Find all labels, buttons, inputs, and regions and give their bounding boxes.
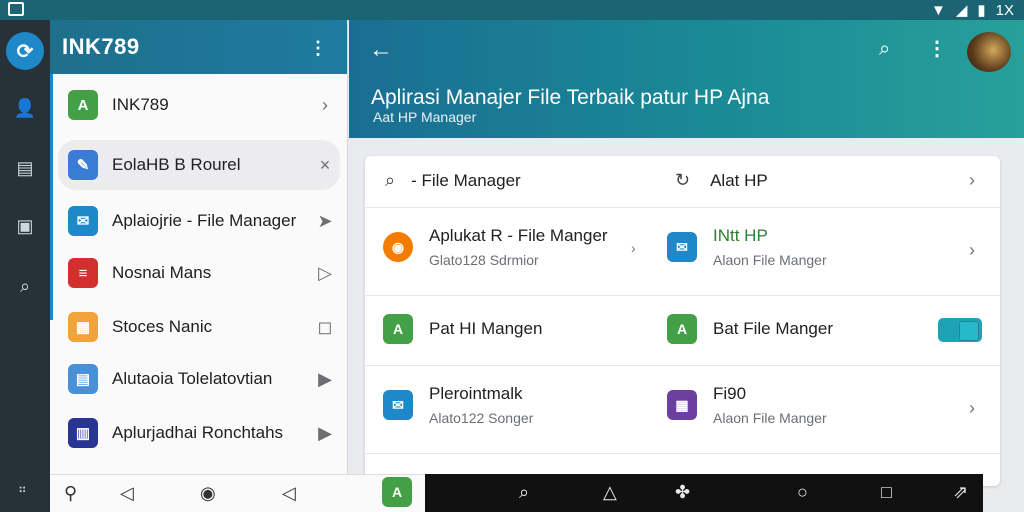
file-manager-icon: ◉ (383, 232, 413, 262)
item-title: Plerointmalk (429, 384, 523, 403)
more-vert-icon[interactable]: ⋮ (309, 38, 327, 59)
item-subtitle: Alato122 Songer (429, 410, 534, 426)
android-icon: A (667, 314, 697, 344)
item-title: Pat HI Mangen (429, 319, 543, 338)
navigation-drawer: INK789 ⋮ A INK789 › ✎ EolaHB B Rourel × … (50, 20, 348, 474)
wifi-icon: ▼ (930, 1, 946, 19)
chevron-right-icon[interactable]: › (969, 240, 975, 261)
search-row[interactable]: ⌕ - File Manager ↻ Alat HP › (365, 156, 1000, 208)
page-title: Aplirasi Manajer File Terbaik patur HP A… (371, 86, 770, 109)
location-icon[interactable]: ⚲ (64, 483, 77, 504)
grid-dots-icon[interactable]: ⠶ (18, 482, 27, 496)
navigation-rail: ⟳ 👤 ▤ ▣ ⌕ (0, 20, 50, 512)
share-icon[interactable]: ⇗ (953, 482, 968, 503)
item-title: INtt HP (713, 226, 768, 245)
item-subtitle: Glato128 Sdrmior (429, 252, 539, 268)
play-icon: ▶ (318, 368, 332, 389)
avatar[interactable] (967, 32, 1011, 72)
drawer-item-nosnai[interactable]: ≡ Nosnai Mans ▷ (58, 248, 340, 298)
battery-icon: ▮ (977, 2, 986, 19)
drawer-nav-bar: ⚲ ◁ ◉ ◁ (50, 474, 425, 512)
drawer-item-stoces[interactable]: ▦ Stoces Nanic ◻ (58, 302, 340, 352)
drawer-item-label: INK789 (112, 95, 169, 114)
content-card: ⌕ - File Manager ↻ Alat HP › ◉ Aplukat R… (365, 156, 1000, 486)
status-bar: ▼ ◢ ▮ 1X (0, 0, 1024, 20)
close-icon[interactable]: × (310, 155, 340, 176)
search-icon[interactable]: ⌕ (13, 274, 37, 298)
drawer-title: INK789 (62, 34, 140, 59)
app-logo-icon[interactable]: ⟳ (6, 32, 44, 70)
refresh-icon: ↻ (675, 170, 691, 190)
item-title: Bat File Manger (713, 319, 833, 338)
drawer-accent-bar (50, 74, 53, 320)
calendar-icon[interactable]: ▣ (13, 214, 37, 238)
page-subtitle: Aat HP Manager (373, 109, 477, 125)
recents-square-icon[interactable]: □ (881, 482, 892, 503)
triangle-icon[interactable]: △ (603, 482, 617, 503)
play-icon: ▶ (318, 422, 332, 443)
android-icon: A (68, 90, 98, 120)
mail-icon: ✉ (383, 390, 413, 420)
drawer-item-label: Alutaoia Tolelatovtian (112, 369, 273, 388)
chevron-right-icon: › (631, 240, 636, 256)
chevron-right-icon[interactable]: › (969, 170, 975, 191)
drawer-item-ink789[interactable]: A INK789 › (58, 80, 340, 130)
item-subtitle: Alaon File Manger (713, 252, 827, 268)
search-right-label: Alat HP (710, 170, 768, 190)
image-icon (8, 2, 24, 16)
book-icon: ▥ (68, 418, 98, 448)
item-subtitle: Alaon File Manger (713, 410, 827, 426)
puzzle-icon[interactable]: ✤ (675, 482, 690, 503)
search-left-label: - File Manager (411, 170, 521, 190)
drawer-item-alutaoia[interactable]: ▤ Alutaoia Tolelatovtian ▶ (58, 354, 340, 404)
drawer-item-label: Aplaiojrie - File Manager (112, 211, 297, 230)
play-icon: ▷ (318, 262, 332, 283)
search-icon[interactable]: ⌕ (519, 482, 529, 503)
android-icon[interactable]: A (382, 477, 412, 507)
square-icon: ◻ (317, 316, 333, 337)
chevron-right-icon: › (322, 94, 328, 115)
mail-icon: ✉ (667, 232, 697, 262)
folder-icon: ▦ (667, 390, 697, 420)
send-icon: ✉ (68, 206, 98, 236)
search-icon[interactable]: ⌕ (879, 38, 890, 61)
android-icon: A (383, 314, 413, 344)
list-row[interactable]: ✉ Plerointmalk Alato122 Songer ▦ Fi90 Al… (365, 366, 1000, 454)
doc-icon: ≡ (68, 258, 98, 288)
grid-icon: ▦ (68, 312, 98, 342)
calendar-icon: ▤ (68, 364, 98, 394)
document-icon[interactable]: ▤ (13, 156, 37, 180)
pen-icon: ✎ (68, 150, 98, 180)
home-circle-icon[interactable]: ◉ (200, 483, 216, 504)
share-icon: ➤ (317, 210, 333, 231)
list-row[interactable]: ◉ Aplukat R - File Manger Glato128 Sdrmi… (365, 208, 1000, 296)
item-title: Aplukat R - File Manger (429, 226, 608, 245)
item-title: Fi90 (713, 384, 747, 403)
toggle-switch[interactable] (938, 318, 982, 342)
status-text: 1X (995, 1, 1014, 19)
back-arrow-icon[interactable]: ← (369, 36, 393, 64)
system-nav-bar: ⌕ △ ✤ ○ □ ⇗ (425, 474, 983, 512)
drawer-item-label: Nosnai Mans (112, 263, 212, 282)
drawer-item-aplurjadhai[interactable]: ▥ Aplurjadhai Ronchtahs ▶ (58, 408, 340, 458)
more-vert-icon[interactable]: ⋮ (927, 36, 947, 61)
back-triangle-icon[interactable]: ◁ (120, 483, 134, 504)
home-circle-icon[interactable]: ○ (797, 482, 808, 503)
drawer-item-label: EolaHB B Rourel (112, 155, 241, 174)
search-icon: ⌕ (385, 170, 396, 190)
drawer-item-aplaiojrie[interactable]: ✉ Aplaiojrie - File Manager ➤ (58, 196, 340, 246)
signal-icon: ◢ (955, 2, 968, 19)
drawer-item-label: Aplurjadhai Ronchtahs (112, 423, 284, 442)
app-bar: ← ⌕ ⋮ Aplirasi Manajer File Terbaik patu… (349, 20, 1024, 138)
list-row[interactable]: A Pat HI Mangen A Bat File Manger (365, 296, 1000, 366)
back-triangle-icon[interactable]: ◁ (282, 483, 296, 504)
drawer-item-label: Stoces Nanic (112, 317, 213, 336)
person-icon[interactable]: 👤 (13, 96, 37, 120)
drawer-item-eolahb[interactable]: ✎ EolaHB B Rourel × (58, 140, 340, 190)
chevron-right-icon[interactable]: › (969, 398, 975, 419)
drawer-header: INK789 ⋮ (50, 20, 347, 74)
